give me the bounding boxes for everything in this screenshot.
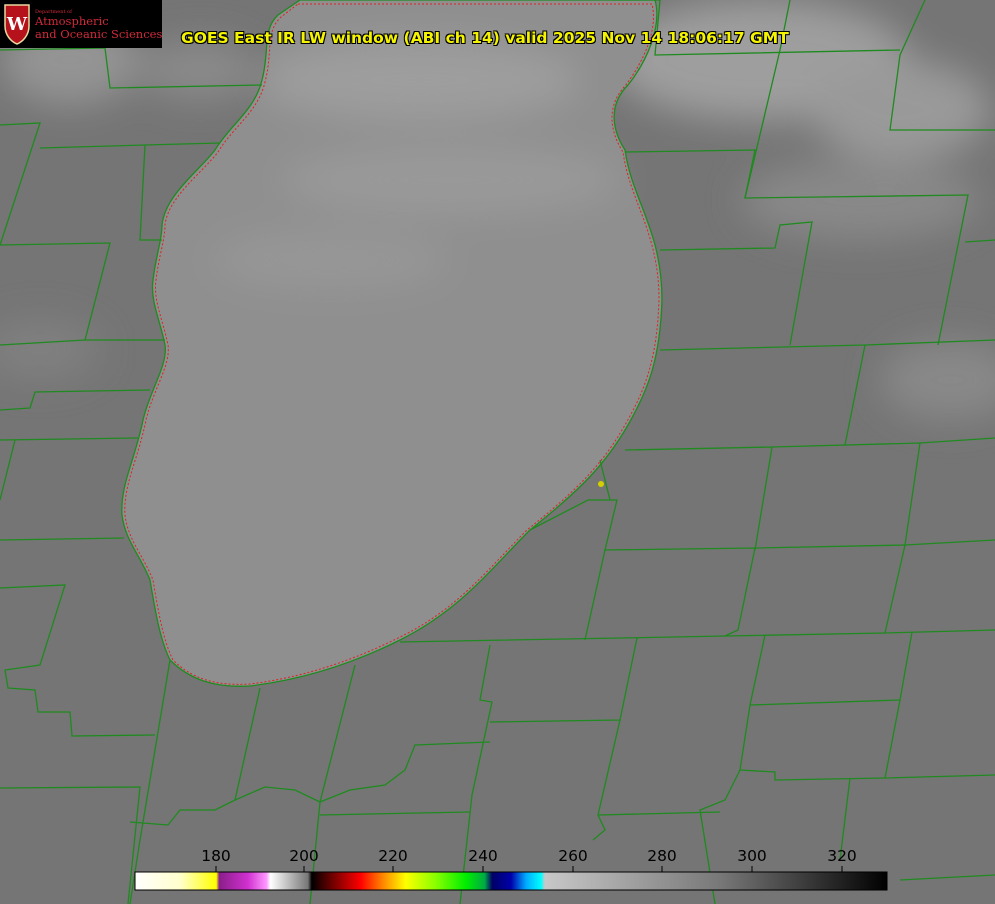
colorbar-tick-label: 280 [647,847,677,865]
aos-logo: W Department of Atmospheric and Oceanic … [0,0,162,48]
colorbar-tick-label: 200 [289,847,319,865]
svg-text:W: W [6,14,28,35]
colorbar-tick-label: 220 [378,847,408,865]
logo-line-1: Atmospheric [35,14,109,28]
colorbar [134,871,888,891]
image-title: GOES East IR LW window (ABI ch 14) valid… [181,29,789,47]
colorbar-tick-label: 180 [201,847,231,865]
uw-seal-icon: W [4,4,30,45]
satellite-map [0,0,995,904]
logo-line-2: and Oceanic Sciences [35,27,163,41]
station-dot [598,481,604,487]
colorbar-tick-label: 300 [737,847,767,865]
colorbar-tick-label: 240 [468,847,498,865]
colorbar-tick-label: 320 [827,847,857,865]
colorbar-tick-label: 260 [558,847,588,865]
